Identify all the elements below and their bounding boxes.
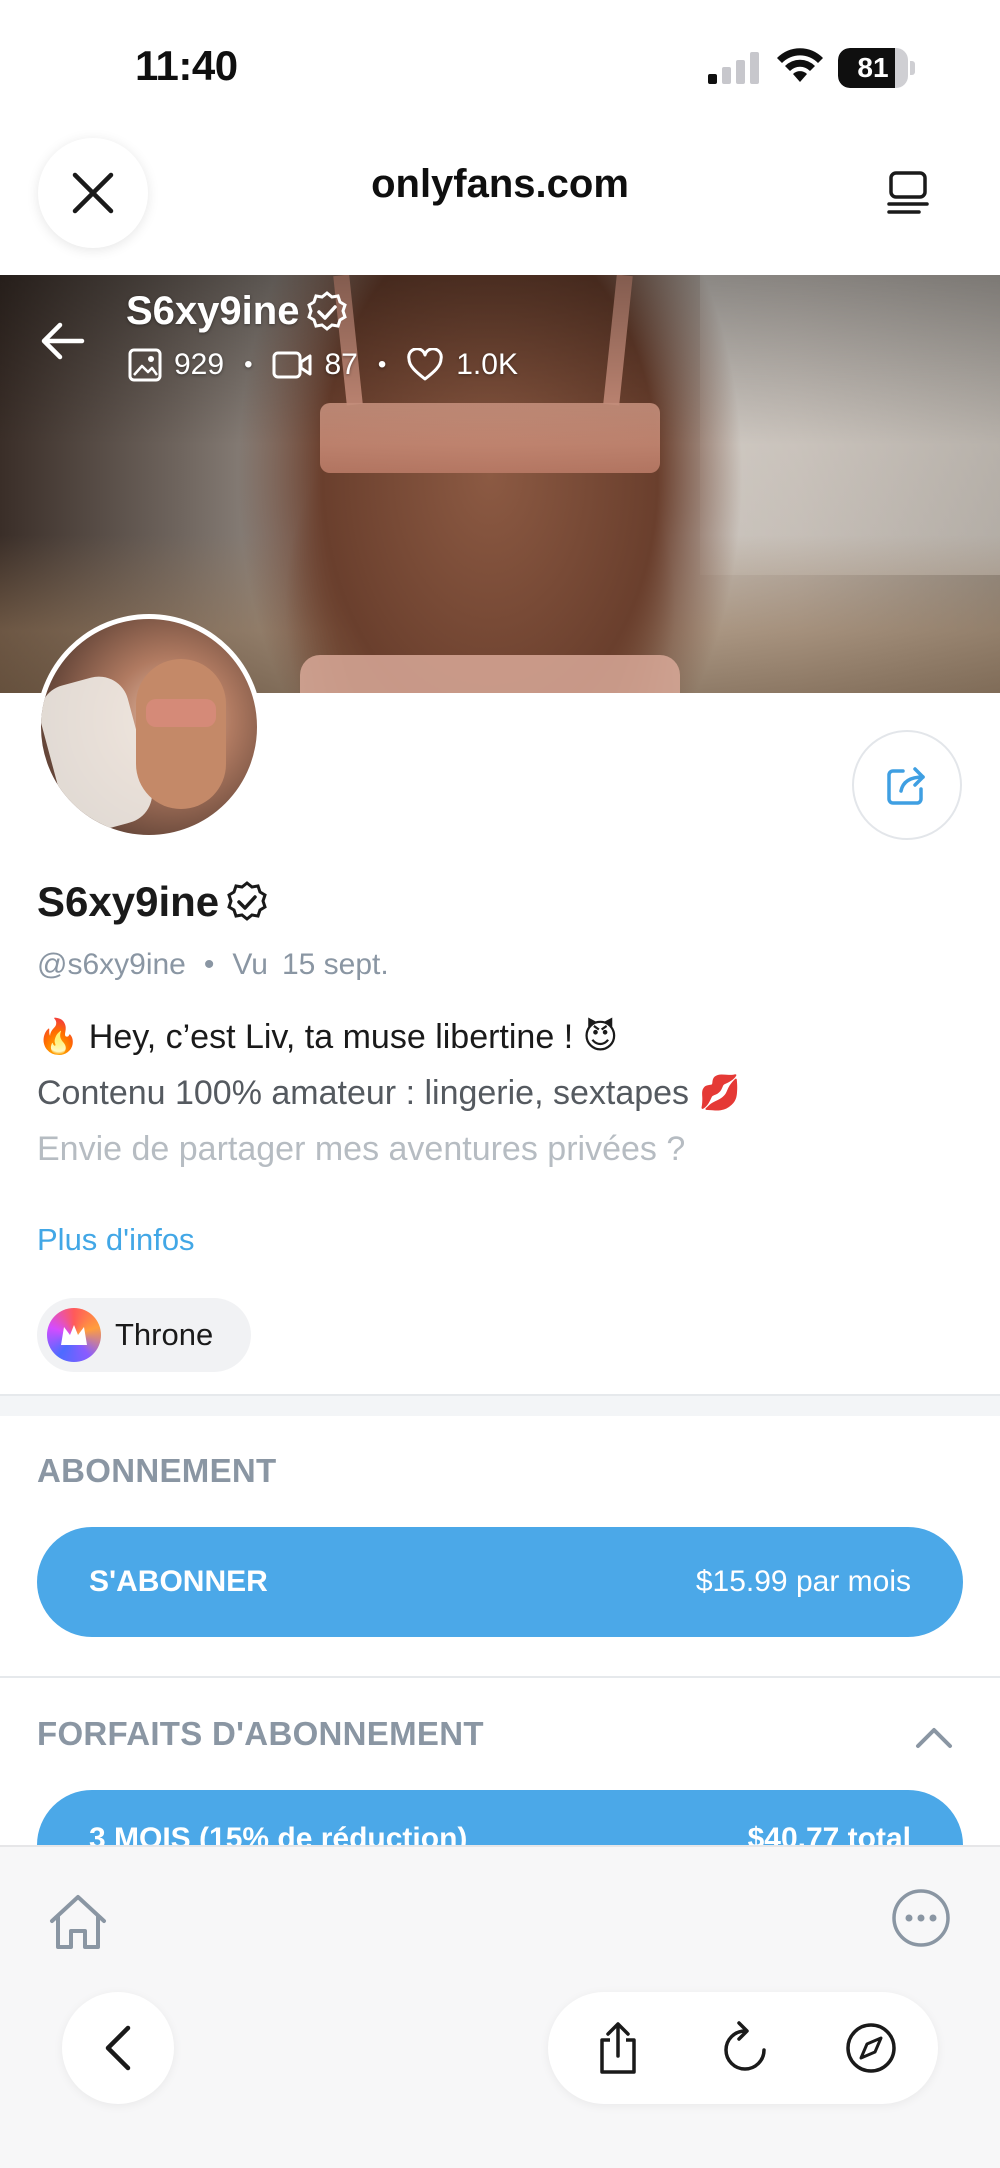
browser-header: onlyfans.com: [0, 130, 1000, 275]
tabs-button[interactable]: [880, 166, 936, 222]
stats-separator: •: [377, 351, 387, 378]
avatar[interactable]: [36, 614, 262, 840]
verified-badge-icon: [227, 881, 267, 921]
close-icon: [72, 172, 114, 214]
subscribe-label: S'ABONNER: [89, 1565, 268, 1598]
profile-bio: 🔥 Hey, c’est Liv, ta muse libertine ! 😈 …: [37, 1014, 967, 1182]
throne-label: Throne: [115, 1317, 214, 1352]
profile-name-text: S6xy9ine: [37, 878, 220, 925]
profile-handle-row: @s6xy9ine • Vu 15 sept.: [37, 948, 389, 982]
cover-profile-name: S6xy9ine: [126, 289, 349, 334]
cover-stats: 929 • 87 • 1.0K: [128, 348, 518, 382]
subscribe-button[interactable]: S'ABONNER $15.99 par mois: [37, 1527, 963, 1637]
reload-button[interactable]: [715, 2018, 775, 2078]
last-seen: Vu 15 sept.: [232, 948, 388, 982]
bio-line: Contenu 100% amateur : lingerie, sextape…: [37, 1074, 741, 1112]
wifi-icon: [777, 48, 823, 82]
home-icon: [50, 1895, 106, 1949]
more-icon: [892, 1889, 950, 1947]
url-label[interactable]: onlyfans.com: [200, 162, 800, 207]
throne-logo-icon: [47, 1308, 101, 1362]
heart-icon: [407, 348, 443, 381]
videos-count: 87: [324, 348, 358, 381]
last-seen-date: 15 sept.: [281, 948, 389, 981]
close-button[interactable]: [38, 138, 148, 248]
verified-badge-icon: [307, 290, 348, 331]
reload-icon: [724, 2021, 766, 2071]
bio-line: 🔥 Hey, c’est Liv, ta muse libertine ! 😈: [37, 1018, 619, 1056]
photos-stat: 929: [128, 348, 224, 382]
battery-icon: 81: [838, 48, 915, 88]
chevron-up-icon[interactable]: [912, 1716, 956, 1760]
more-options-button[interactable]: [888, 1885, 954, 1951]
plans-title: FORFAITS D'ABONNEMENT: [37, 1715, 484, 1752]
browser-actions-pill: [548, 1992, 938, 2104]
last-seen-prefix: Vu: [232, 948, 268, 981]
profile-name: S6xy9ine: [37, 878, 269, 926]
browser-bottom-bar: [0, 1845, 1000, 2168]
signal-icon: [708, 52, 759, 84]
photos-count: 929: [174, 348, 225, 381]
compass-icon: [846, 2023, 896, 2073]
chevron-left-icon: [105, 2025, 131, 2071]
videos-stat: 87: [272, 348, 358, 382]
home-button[interactable]: [40, 1885, 116, 1961]
bio-line: Envie de partager mes aventures privées …: [37, 1130, 686, 1168]
more-info-link[interactable]: Plus d'infos: [37, 1222, 195, 1258]
browser-share-button[interactable]: [588, 2018, 648, 2078]
battery-level: 81: [857, 52, 889, 83]
divider: [0, 1676, 1000, 1678]
page: 11:40 81 onlyfans.com S6xy9ine 929 • 87 …: [0, 0, 1000, 2168]
browser-back-button[interactable]: [62, 1992, 174, 2104]
cover-name-text: S6xy9ine: [126, 289, 300, 333]
handle-separator: •: [203, 948, 215, 981]
stats-separator: •: [244, 351, 253, 378]
arrow-left-icon[interactable]: [38, 317, 86, 365]
status-time: 11:40: [135, 42, 238, 89]
compass-button[interactable]: [841, 2018, 901, 2078]
video-icon: [272, 351, 312, 379]
share-profile-button[interactable]: [852, 730, 962, 840]
profile-handle: @s6xy9ine: [37, 948, 186, 981]
share-icon: [887, 767, 925, 805]
subscribe-price: $15.99 par mois: [695, 1565, 911, 1598]
image-icon: [128, 348, 162, 382]
throne-chip[interactable]: Throne: [37, 1298, 251, 1372]
share-box-icon: [600, 2022, 636, 2074]
subscription-title: ABONNEMENT: [37, 1452, 277, 1489]
section-divider: [0, 1394, 1000, 1416]
tabs-icon: [887, 171, 929, 214]
likes-stat: 1.0K: [406, 348, 518, 382]
status-bar: 11:40 81: [0, 0, 1000, 135]
likes-count: 1.0K: [456, 348, 518, 381]
